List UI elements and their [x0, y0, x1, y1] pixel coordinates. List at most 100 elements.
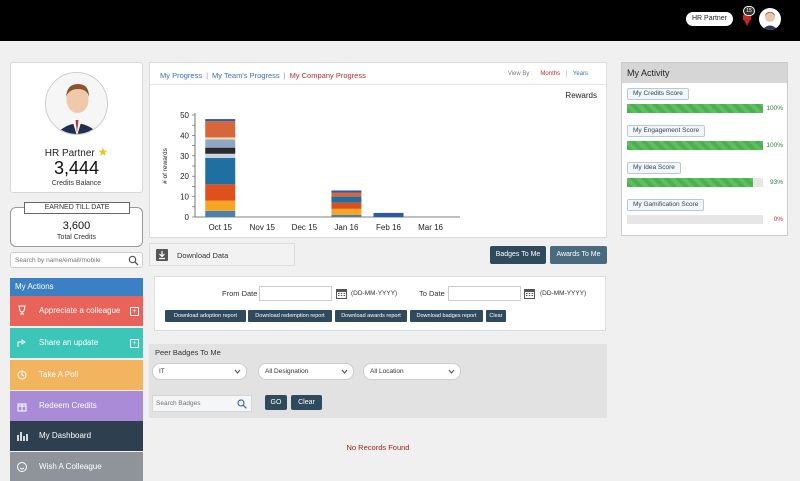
action-label: Redeem Credits: [39, 401, 97, 410]
score-progress-bar: [627, 178, 763, 187]
to-date-input[interactable]: [448, 286, 521, 301]
bar-segment[interactable]: [331, 208, 362, 215]
score-progress-fill: [627, 104, 763, 113]
chart-title: Rewards: [565, 91, 597, 100]
my-activity-title: My Activity: [622, 63, 787, 83]
y-tick-label: 20: [180, 172, 189, 181]
plus-icon[interactable]: +: [130, 307, 139, 316]
calendar-icon[interactable]: [524, 288, 535, 299]
chevron-down-icon: [341, 369, 348, 374]
top-bar: HR Partner 15: [0, 0, 800, 41]
download-icon: [156, 249, 168, 261]
total-credits-value: 3,600: [62, 220, 91, 232]
bar-segment[interactable]: [205, 147, 236, 154]
action-item[interactable]: Take A Poll: [10, 360, 143, 390]
bar-segment[interactable]: [331, 214, 362, 217]
y-tick-label: 10: [180, 193, 189, 202]
bar-segment[interactable]: [205, 184, 236, 201]
gift-icon: [17, 403, 27, 412]
to-date-label: To Date: [419, 289, 445, 298]
action-item[interactable]: Share an update +: [10, 328, 143, 358]
action-item[interactable]: Redeem Credits: [10, 391, 143, 421]
bar-segment[interactable]: [331, 192, 362, 197]
department-select[interactable]: IT: [152, 363, 247, 380]
awards-to-me-button[interactable]: Awards To Me: [550, 246, 607, 264]
bar-segment[interactable]: [205, 139, 236, 148]
action-item[interactable]: Appreciate a colleague +: [10, 296, 143, 326]
user-search-input[interactable]: [11, 253, 123, 267]
download-awards-report-button[interactable]: Download awards report: [335, 310, 407, 322]
x-tick-label: Mar 16: [418, 223, 443, 232]
earned-title: EARNED TILL DATE: [24, 202, 130, 214]
action-label: Appreciate a colleague: [39, 306, 121, 315]
bar-segment[interactable]: [331, 196, 362, 203]
view-by-years[interactable]: Years: [573, 71, 588, 77]
bar-segment[interactable]: [205, 137, 236, 140]
x-tick-label: Nov 15: [250, 223, 276, 232]
view-by-toggle: View By : Months | Years: [507, 71, 588, 77]
notification-count-badge: 15: [743, 6, 755, 16]
bar-segment[interactable]: [373, 212, 404, 217]
bar-segment[interactable]: [205, 119, 236, 122]
profile-card: HR Partner ★ 3,444 Credits Balance: [10, 62, 143, 193]
action-label: Wish A Colleague: [39, 462, 102, 471]
bar-segment[interactable]: [205, 200, 236, 211]
y-tick-label: 50: [180, 111, 189, 120]
to-date-format: (DD-MM-YYYY): [540, 290, 587, 297]
from-date-input[interactable]: [259, 286, 332, 301]
score-label: My Gamification Score: [627, 199, 705, 211]
bar-segment[interactable]: [205, 153, 236, 158]
badge-search: [152, 395, 252, 412]
rewards-chart: Rewards 0 10 20 30 40 50 # of rewards Oct 15 Nov …: [162, 91, 597, 232]
chevron-down-icon: [448, 369, 455, 374]
download-badges-report-button[interactable]: Download badges report: [410, 310, 483, 322]
clear-report-button[interactable]: Clear: [486, 310, 506, 322]
calendar-icon[interactable]: [336, 288, 347, 299]
score-progress-fill: [627, 178, 754, 187]
download-redemption-report-button[interactable]: Download redemption report: [248, 310, 332, 322]
trophy-icon: [18, 305, 26, 315]
share-icon: [17, 339, 26, 347]
role-switcher[interactable]: HR Partner: [686, 12, 734, 26]
action-item[interactable]: My Dashboard: [10, 421, 143, 451]
bar-segment[interactable]: [331, 190, 362, 193]
from-date-format: (DD-MM-YYYY): [351, 290, 398, 297]
action-label: Take A Poll: [39, 370, 79, 379]
designation-select[interactable]: All Designation: [258, 363, 354, 380]
bar-segment[interactable]: [205, 157, 236, 185]
credits-balance-label: Credits Balance: [51, 180, 102, 187]
clear-button[interactable]: Clear: [291, 395, 322, 410]
progress-tabs: My Progress | My Team's Progress | My Compan…: [160, 71, 366, 80]
location-select[interactable]: All Location: [363, 363, 461, 380]
search-icon[interactable]: [237, 399, 247, 409]
search-icon[interactable]: [128, 255, 139, 266]
download-adoption-report-button[interactable]: Download adoption report: [165, 310, 246, 322]
download-data-label: Download Data: [177, 251, 229, 260]
tab-my-company-progress[interactable]: My Company Progress: [290, 71, 366, 80]
badges-to-me-button[interactable]: Badges To Me: [490, 246, 546, 264]
bar-segment[interactable]: [205, 210, 236, 217]
download-data-button[interactable]: Download Data: [149, 243, 295, 266]
progress-card: My Progress | My Team's Progress | My Compan…: [149, 62, 607, 238]
action-item[interactable]: Wish A Colleague: [10, 452, 143, 481]
plus-icon[interactable]: +: [130, 339, 139, 348]
x-tick-label: Jan 16: [334, 223, 359, 232]
report-filters-card: From Date (DD-MM-YYYY) To Date (DD-MM-YY…: [154, 276, 606, 331]
action-label: My Dashboard: [39, 431, 92, 440]
peer-badges-title: Peer Badges To Me: [155, 348, 221, 357]
score-percent: 100%: [766, 105, 783, 112]
score-label: My Credits Score: [627, 88, 689, 100]
tab-my-progress[interactable]: My Progress: [160, 71, 202, 80]
badge-search-input[interactable]: [153, 396, 233, 411]
peer-badges-card: Peer Badges To Me IT All Designation All…: [149, 344, 607, 418]
my-actions-header: My Actions: [10, 278, 143, 296]
x-tick-label: Dec 15: [292, 223, 318, 232]
view-by-months[interactable]: Months: [540, 71, 560, 77]
tab-my-teams-progress[interactable]: My Team's Progress: [212, 71, 280, 80]
go-button[interactable]: GO: [265, 395, 287, 410]
user-avatar[interactable]: [759, 8, 781, 30]
star-icon: ★: [97, 145, 109, 159]
y-tick-label: 40: [180, 131, 189, 140]
bar-segment[interactable]: [331, 202, 362, 209]
bar-segment[interactable]: [205, 121, 236, 138]
